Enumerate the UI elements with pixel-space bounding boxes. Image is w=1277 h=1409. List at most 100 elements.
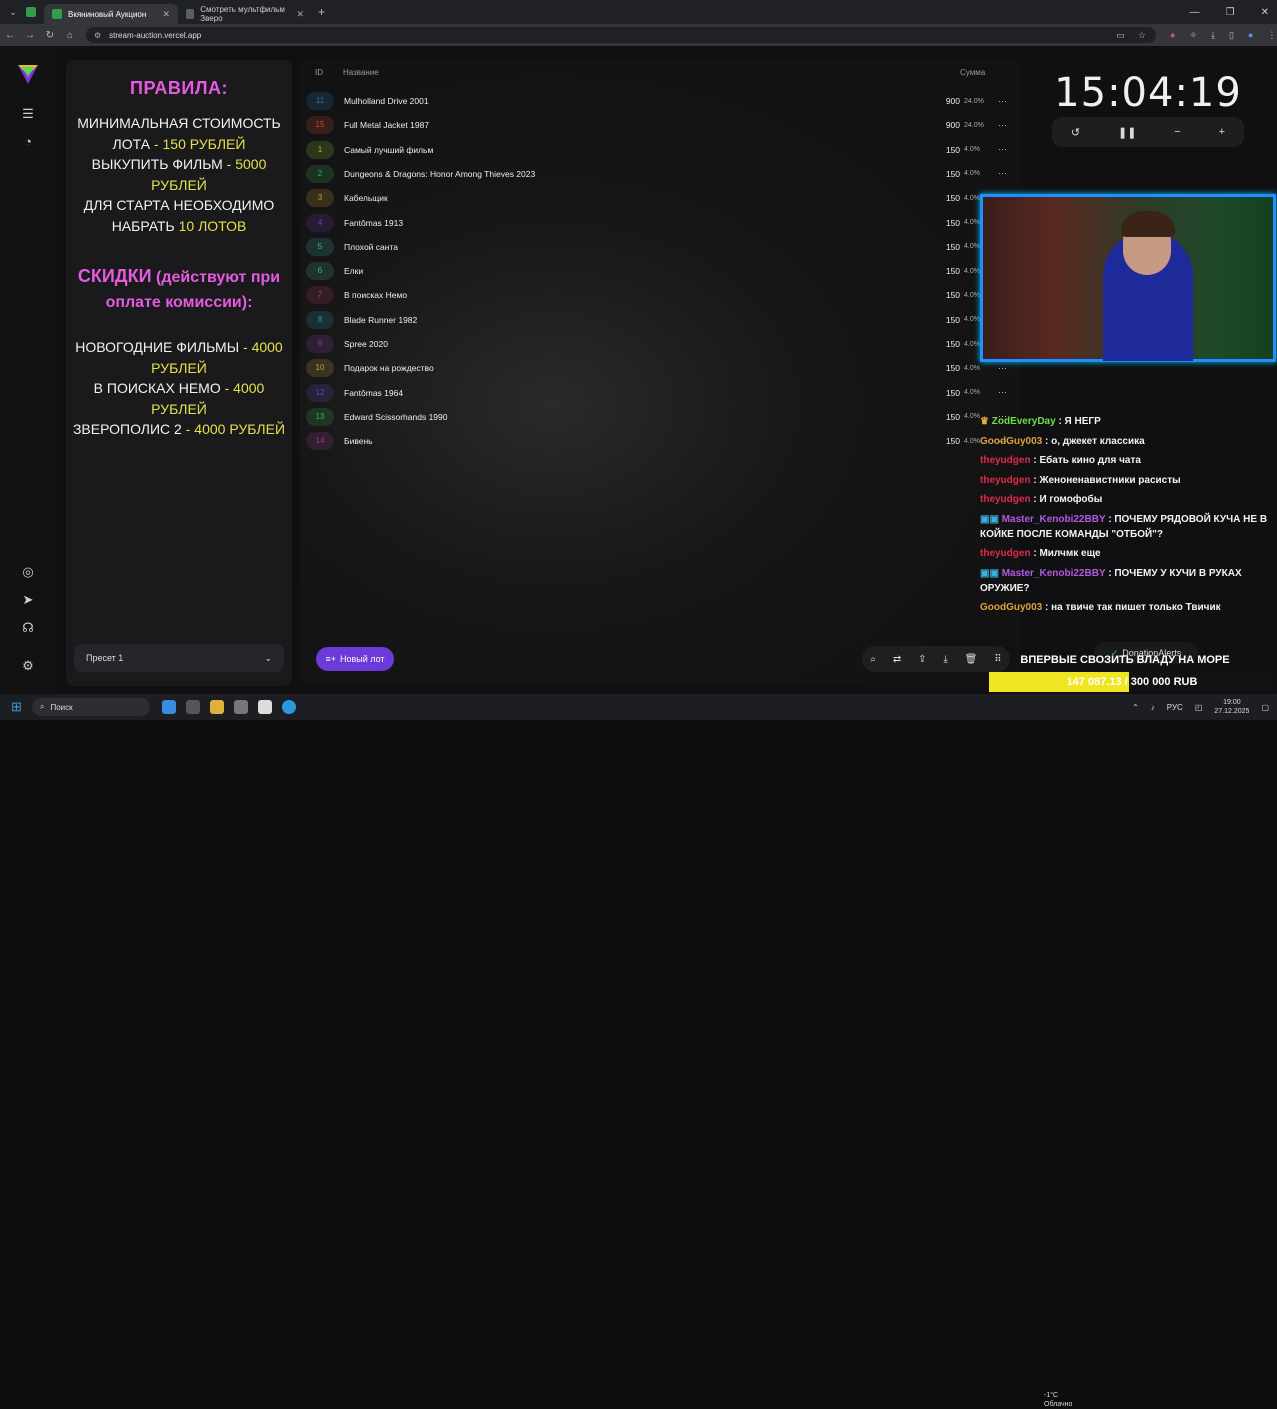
download-icon[interactable]: ⤓ (943, 654, 947, 665)
discount-heading: СКИДКИ (действуют при оплате комиссии): (66, 264, 292, 315)
table-row[interactable]: 3Кабельщик1504.0%⋯ (304, 187, 1016, 209)
extensions-puzzle-icon[interactable]: ✧ (1189, 30, 1197, 41)
download-icon[interactable]: ⤓ (1211, 30, 1215, 41)
search-icon: ⌕ (40, 702, 45, 711)
extension-icon[interactable]: ● (1170, 30, 1175, 41)
chat-text: : Милчмк еще (1030, 548, 1101, 559)
site-info-icon[interactable]: ⚙ (94, 31, 101, 40)
taskbar-search[interactable]: ⌕ Поиск (32, 698, 150, 716)
tab-auction[interactable]: Вкяниновый Аукцион ✕ (44, 4, 178, 24)
more-options-icon[interactable]: ⋯ (998, 96, 1007, 107)
table-row[interactable]: 1 Самый лучший фильм 150 4.0% ⋯ (304, 139, 1016, 161)
maximize-icon[interactable]: ❐ (1226, 7, 1235, 18)
more-options-icon[interactable]: ⋯ (998, 363, 1007, 374)
forward-icon[interactable]: → (20, 30, 40, 41)
lots-list-icon[interactable]: ☰ (20, 106, 36, 122)
more-options-icon[interactable]: ⋯ (998, 120, 1007, 131)
chat-username[interactable]: GoodGuy003 (980, 436, 1042, 447)
close-icon[interactable]: ✕ (162, 9, 170, 20)
chat-username[interactable]: Master_Kenobi22BBY (1002, 514, 1106, 525)
chrome-icon[interactable] (162, 700, 176, 714)
telegram-icon[interactable] (282, 700, 296, 714)
new-lot-button[interactable]: ≡+ Новый лот (316, 647, 394, 671)
network-icon[interactable]: ◰ (1195, 703, 1203, 712)
chevron-up-icon[interactable]: ⌃ (1132, 703, 1139, 712)
lot-id-badge: 10 (306, 359, 334, 378)
obs-icon[interactable] (258, 700, 272, 714)
search-icon[interactable]: ⌕ (870, 654, 876, 665)
weather-widget[interactable]: -1°C Облачно (1044, 1391, 1072, 1409)
history-icon[interactable]: ◔ (20, 134, 36, 150)
prime-badge-icon: ▣▣ (980, 567, 1002, 579)
cast-icon[interactable]: ▭ (1116, 30, 1125, 41)
microphone-icon[interactable]: ♪ (1151, 703, 1155, 712)
table-row[interactable]: 10 Подарок на рождество 150 4.0% ⋯ (304, 357, 1016, 379)
address-bar[interactable]: ⚙ stream-auction.vercel.app ▭ ☆ (86, 27, 1156, 43)
language-indicator[interactable]: РУС (1167, 703, 1183, 712)
settings-gear-icon[interactable]: ⚙ (20, 658, 36, 674)
tab-cartoon[interactable]: Смотреть мультфильм Зверо ✕ (178, 4, 312, 24)
chevron-down-icon: ⌄ (264, 652, 272, 663)
streamer-hair (1121, 211, 1175, 237)
table-row[interactable]: 15 Full Metal Jacket 1987 900 24.0% ⋯ (304, 114, 1016, 136)
add-list-icon: ≡+ (325, 654, 336, 664)
more-options-icon[interactable]: ⋯ (998, 144, 1007, 155)
close-window-icon[interactable]: ✕ (1261, 7, 1269, 18)
table-row[interactable]: 6Елки1504.0%⋯ (304, 260, 1016, 282)
donation-goal-bar: 147 087.13 / 300 000 RUB (989, 672, 1275, 692)
table-header: ID Название Сумма (300, 68, 1020, 82)
chat-username[interactable]: GoodGuy003 (980, 602, 1042, 613)
more-options-icon[interactable]: ⋯ (998, 387, 1007, 398)
home-icon[interactable]: ⌂ (60, 30, 80, 41)
table-row[interactable]: 14 Бивень 150 4.0% ⋯ (304, 430, 1016, 452)
chat-username[interactable]: theyudgen (980, 475, 1031, 486)
chat-username[interactable]: Master_Kenobi22BBY (1002, 568, 1106, 579)
support-icon[interactable]: ◎ (20, 564, 36, 580)
upload-icon[interactable]: ⇪ (918, 654, 926, 665)
table-row[interactable]: 7В поисках Немо1504.0%⋯ (304, 284, 1016, 306)
table-row[interactable]: 5Плохой санта1504.0%⋯ (304, 236, 1016, 258)
reload-icon[interactable]: ↻ (40, 30, 60, 41)
folder-icon[interactable] (210, 700, 224, 714)
more-options-icon[interactable]: ⋯ (998, 168, 1007, 179)
table-row[interactable]: 11 Mulholland Drive 2001 900 24.0% ⋯ (304, 90, 1016, 112)
table-row[interactable]: 9Spree 20201504.0%⋯ (304, 333, 1016, 355)
back-icon[interactable]: ← (0, 30, 20, 41)
windows-start-icon[interactable]: ⊞ (11, 699, 22, 715)
notification-icon[interactable]: ▢ (1261, 703, 1269, 712)
swap-icon[interactable]: ⇄ (893, 654, 901, 665)
minimize-icon[interactable]: — (1190, 7, 1200, 18)
chat-username[interactable]: ZodEveryDay (992, 416, 1056, 427)
table-row[interactable]: 13 Edward Scissorhands 1990 150 4.0% ⋯ (304, 406, 1016, 428)
github-icon[interactable]: ☊ (20, 620, 36, 636)
menu-icon[interactable]: ⋮ (1267, 30, 1276, 41)
lot-name: Edward Scissorhands 1990 (344, 411, 448, 422)
chat-username[interactable]: theyudgen (980, 455, 1031, 466)
media-icon[interactable] (186, 700, 200, 714)
profile-avatar[interactable]: ● (1248, 30, 1253, 41)
close-icon[interactable]: ✕ (296, 9, 304, 20)
preset-select[interactable]: Пресет 1 ⌄ (74, 644, 284, 672)
table-row[interactable]: 4Fantômas 19131504.0%⋯ (304, 212, 1016, 234)
lot-percent: 4.0% (964, 389, 980, 397)
chat-username[interactable]: theyudgen (980, 548, 1031, 559)
sidebar-icon[interactable]: ▯ (1229, 30, 1234, 41)
minus-icon[interactable]: − (1174, 126, 1180, 138)
plus-icon[interactable]: + (1219, 126, 1225, 138)
app-icon[interactable] (234, 700, 248, 714)
chat-message: theyudgen : Женоненавистники расисты (980, 473, 1276, 488)
table-row[interactable]: 2 Dungeons & Dragons: Honor Among Thieves… (304, 163, 1016, 185)
new-tab-button[interactable]: + (318, 5, 325, 19)
reset-timer-icon[interactable]: ↺ (1071, 126, 1080, 139)
clock[interactable]: 19:00 27.12.2025 (1214, 698, 1249, 716)
tab-search-icon[interactable]: ⌄ (0, 7, 26, 18)
table-row[interactable]: 8Blade Runner 19821504.0%⋯ (304, 309, 1016, 331)
chat-username[interactable]: theyudgen (980, 494, 1031, 505)
pause-icon[interactable]: ❚❚ (1118, 126, 1136, 139)
bookmark-star-icon[interactable]: ☆ (1138, 30, 1146, 41)
telegram-icon[interactable]: ➤ (20, 592, 36, 608)
app-logo-icon[interactable] (16, 62, 40, 86)
trash-icon[interactable]: 🗑 (965, 654, 978, 665)
sheets-icon[interactable] (26, 7, 36, 17)
table-row[interactable]: 12 Fantômas 1964 150 4.0% ⋯ (304, 382, 1016, 404)
